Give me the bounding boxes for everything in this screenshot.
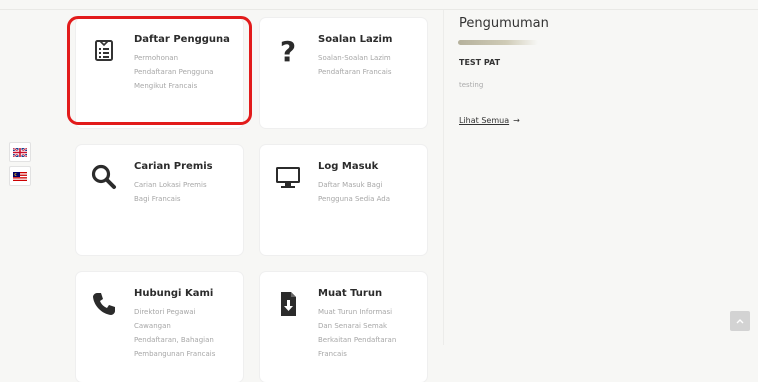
card-desc-line: Daftar Masuk Bagi <box>318 181 383 189</box>
card-title: Muat Turun <box>318 288 383 299</box>
language-english-button[interactable] <box>9 142 31 162</box>
download-file-icon <box>281 292 296 316</box>
register-form-icon <box>95 40 113 61</box>
card-muat-turun[interactable]: Muat Turun Muat Turun Informasi Dan Sena… <box>260 272 427 382</box>
card-desc-line: Muat Turun Informasi <box>318 308 393 316</box>
monitor-icon <box>276 167 300 188</box>
arrow-right-icon: → <box>513 116 520 125</box>
card-log-masuk[interactable]: Log Masuk Daftar Masuk Bagi Pengguna Sed… <box>260 145 427 255</box>
card-title: Hubungi Kami <box>134 288 214 299</box>
card-description: Muat Turun Informasi Dan Senarai Semak B… <box>318 305 438 361</box>
card-desc-line: Dan Senarai Semak <box>318 322 388 330</box>
card-desc-line: Francais <box>318 350 347 358</box>
card-desc-line: Mengikut Francais <box>134 82 198 90</box>
card-desc-line: Pendaftaran Pengguna <box>134 68 214 76</box>
heading-underline <box>458 40 538 45</box>
chevron-up-icon <box>736 319 744 324</box>
top-border <box>0 9 758 10</box>
announcement-title[interactable]: TEST PAT <box>459 58 500 67</box>
card-desc-line: Carian Lokasi Premis <box>134 181 207 189</box>
card-description: Carian Lokasi Premis Bagi Francais <box>134 178 254 206</box>
question-mark-icon: ? <box>280 36 296 64</box>
see-all-link[interactable]: Lihat Semua → <box>459 116 520 125</box>
card-description: Direktori Pegawai Cawangan Pendaftaran, … <box>134 305 254 361</box>
card-description: Soalan-Soalan Lazim Pendaftaran Francais <box>318 51 438 79</box>
card-title: Soalan Lazim <box>318 34 393 45</box>
panel-divider <box>443 10 444 345</box>
card-title: Daftar Pengguna <box>134 34 230 45</box>
card-desc-line: Bagi Francais <box>134 195 181 203</box>
card-carian-premis[interactable]: Carian Premis Carian Lokasi Premis Bagi … <box>76 145 243 255</box>
card-desc-line: Pendaftaran Francais <box>318 68 392 76</box>
see-all-label: Lihat Semua <box>459 116 510 125</box>
card-soalan-lazim[interactable]: ? Soalan Lazim Soalan-Soalan Lazim Penda… <box>260 18 427 128</box>
uk-flag-icon <box>13 147 27 157</box>
search-icon <box>91 164 116 189</box>
card-hubungi-kami[interactable]: Hubungi Kami Direktori Pegawai Cawangan … <box>76 272 243 382</box>
scroll-top-button[interactable] <box>730 311 750 331</box>
card-title: Carian Premis <box>134 161 213 172</box>
card-desc-line: Pengguna Sedia Ada <box>318 195 391 203</box>
announcements-heading: Pengumuman <box>459 16 549 31</box>
card-description: Daftar Masuk Bagi Pengguna Sedia Ada <box>318 178 438 206</box>
malaysia-flag-icon <box>13 171 27 181</box>
card-title: Log Masuk <box>318 161 379 172</box>
card-description: Permohonan Pendaftaran Pengguna Mengikut… <box>134 51 254 93</box>
card-desc-line: Pembangunan Francais <box>134 350 216 358</box>
card-desc-line: Direktori Pegawai <box>134 308 196 316</box>
phone-icon <box>93 293 115 315</box>
card-daftar-pengguna[interactable]: Daftar Pengguna Permohonan Pendaftaran P… <box>76 18 243 128</box>
language-malay-button[interactable] <box>9 166 31 186</box>
card-desc-line: Permohonan <box>134 54 179 62</box>
svg-text:?: ? <box>280 36 296 64</box>
card-desc-line: Soalan-Soalan Lazim <box>318 54 391 62</box>
card-desc-line: Cawangan <box>134 322 171 330</box>
announcement-body: testing <box>459 81 484 89</box>
